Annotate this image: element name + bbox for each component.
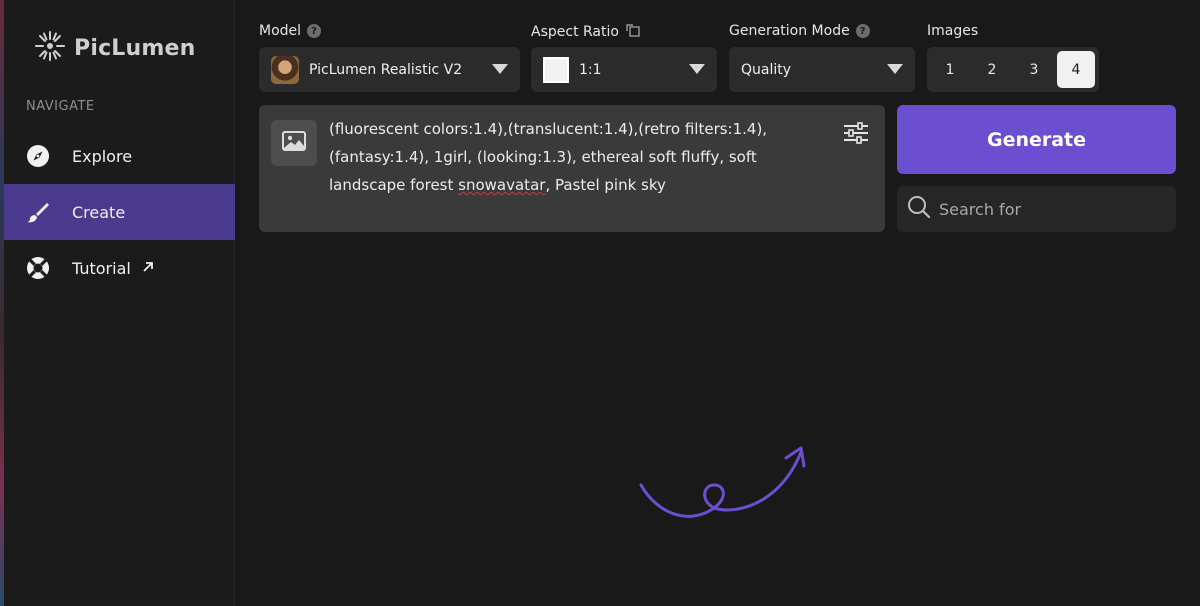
prompt-line: (fantasy:1.4), 1girl, (looking:1.3), eth…	[329, 148, 757, 166]
generation-mode-label: Generation Mode ?	[729, 23, 870, 39]
prompt-line: landscape forest snowavatar, Pastel pink…	[329, 171, 809, 199]
model-select[interactable]: PicLumen Realistic V2	[259, 47, 520, 92]
logo[interactable]: PicLumen	[34, 30, 196, 66]
model-label: Model ?	[259, 23, 322, 39]
chevron-down-icon	[492, 64, 508, 74]
main-panel: Model ? PicLumen Realistic V2 Aspect Rat…	[236, 0, 1200, 606]
lifebuoy-icon	[26, 256, 50, 280]
aspect-ratio-value: 1:1	[579, 61, 602, 78]
brush-icon	[26, 200, 50, 224]
prompt-line: (fluorescent colors:1.4),(translucent:1.…	[329, 120, 768, 138]
prompt-segment: landscape forest	[329, 176, 459, 194]
sun-logo-icon	[34, 30, 66, 66]
images-label: Images	[927, 23, 978, 39]
generation-mode-select[interactable]: Quality	[729, 47, 915, 92]
model-value: PicLumen Realistic V2	[309, 61, 463, 78]
search-input[interactable]	[939, 199, 1169, 219]
generation-mode-value: Quality	[741, 61, 792, 78]
image-icon	[282, 131, 306, 155]
chevron-down-icon	[887, 64, 903, 74]
search-icon	[907, 195, 931, 223]
external-link-icon	[141, 259, 155, 278]
sidebar-item-create[interactable]: Create	[4, 184, 235, 240]
sidebar-item-label: Explore	[72, 146, 133, 166]
images-label-text: Images	[927, 23, 979, 39]
sidebar-item-tutorial[interactable]: Tutorial	[4, 240, 235, 296]
prompt-segment: , Pastel pink sky	[545, 176, 666, 194]
square-ratio-icon	[543, 56, 569, 83]
sidebar-item-label: Create	[72, 202, 126, 222]
images-option-2[interactable]: 2	[973, 51, 1011, 88]
search-box[interactable]	[897, 186, 1176, 232]
prompt-input[interactable]: (fluorescent colors:1.4),(translucent:1.…	[259, 105, 885, 232]
help-icon[interactable]: ?	[855, 24, 870, 38]
help-icon[interactable]: ?	[307, 24, 322, 38]
model-label-text: Model	[259, 23, 302, 39]
sidebar-item-label: Tutorial	[72, 258, 131, 278]
aspect-ratio-select[interactable]: 1:1	[531, 47, 717, 92]
logo-text: PicLumen	[74, 35, 196, 61]
aspect-ratio-label: Aspect Ratio	[531, 23, 641, 41]
image-upload-button[interactable]	[271, 120, 317, 166]
lock-ratio-icon[interactable]	[625, 23, 641, 41]
prompt-text[interactable]: (fluorescent colors:1.4),(translucent:1.…	[329, 115, 809, 199]
nav-section-title: NAVIGATE	[26, 99, 95, 114]
images-option-3[interactable]: 3	[1015, 51, 1053, 88]
misspelled-word: snowavatar	[458, 176, 546, 194]
images-option-4[interactable]: 4	[1057, 51, 1095, 88]
aspect-ratio-label-text: Aspect Ratio	[531, 24, 619, 40]
model-thumbnail	[271, 55, 299, 84]
prompt-settings-button[interactable]	[843, 122, 869, 148]
compass-icon	[26, 144, 50, 168]
swirl-arrow-illustration	[636, 440, 816, 544]
sliders-icon	[843, 122, 869, 148]
sidebar: PicLumen NAVIGATE Explore Create Tutoria…	[4, 0, 235, 606]
chevron-down-icon	[689, 64, 705, 74]
images-count-selector: 1 2 3 4	[927, 47, 1099, 92]
generate-button[interactable]: Generate	[897, 105, 1176, 174]
images-option-1[interactable]: 1	[931, 51, 969, 88]
sidebar-item-explore[interactable]: Explore	[4, 128, 235, 184]
generation-mode-label-text: Generation Mode	[729, 23, 850, 39]
